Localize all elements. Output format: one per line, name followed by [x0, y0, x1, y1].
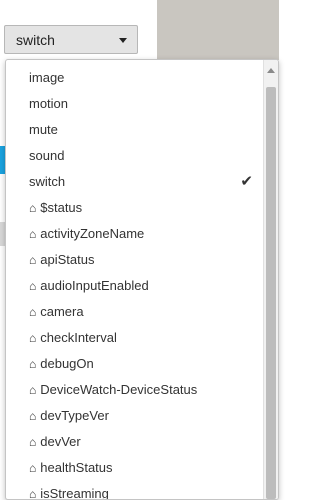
dropdown-option[interactable]: ⌂ healthStatus: [6, 455, 265, 481]
dropdown-option[interactable]: image: [6, 65, 265, 91]
option-label: apiStatus: [40, 252, 95, 267]
home-icon: ⌂: [29, 435, 37, 449]
option-label: mute: [29, 122, 58, 137]
home-icon: ⌂: [29, 383, 37, 397]
attribute-dropdown-menu: image motion mute sound switch ✔ ⌂ $status ⌂ acti…: [5, 59, 279, 500]
option-label: activityZoneName: [40, 226, 145, 241]
option-label: motion: [29, 96, 69, 111]
dropdown-option[interactable]: mute: [6, 117, 265, 143]
checkmark-icon: ✔: [240, 173, 253, 190]
background-panel: [157, 0, 279, 60]
option-label: camera: [40, 304, 84, 319]
home-icon: ⌂: [29, 461, 37, 475]
home-icon: ⌂: [29, 305, 37, 319]
dropdown-option[interactable]: ⌂ camera: [6, 299, 265, 325]
dropdown-option[interactable]: sound: [6, 143, 265, 169]
home-icon: ⌂: [29, 331, 37, 345]
option-label: image: [29, 70, 65, 85]
dropdown-option[interactable]: ⌂ $status: [6, 195, 265, 221]
option-label: DeviceWatch-DeviceStatus: [40, 382, 198, 397]
home-icon: ⌂: [29, 201, 37, 215]
option-label: devVer: [40, 434, 81, 449]
home-icon: ⌂: [29, 487, 37, 500]
option-label: sound: [29, 148, 65, 163]
option-label: $status: [40, 200, 83, 215]
dropdown-option[interactable]: ⌂ audioInputEnabled: [6, 273, 265, 299]
dropdown-option[interactable]: ⌂ apiStatus: [6, 247, 265, 273]
dropdown-option[interactable]: ⌂ debugOn: [6, 351, 265, 377]
dropdown-option[interactable]: switch ✔: [6, 169, 265, 195]
dropdown-option[interactable]: ⌂ DeviceWatch-DeviceStatus: [6, 377, 265, 403]
home-icon: ⌂: [29, 227, 37, 241]
option-label: checkInterval: [40, 330, 117, 345]
dropdown-option[interactable]: ⌂ isStreaming: [6, 481, 265, 500]
option-label: debugOn: [40, 356, 94, 371]
select-value: switch: [16, 32, 55, 48]
dropdown-option[interactable]: ⌂ activityZoneName: [6, 221, 265, 247]
option-label: switch: [29, 174, 66, 189]
home-icon: ⌂: [29, 357, 37, 371]
option-label: devTypeVer: [40, 408, 109, 423]
option-label: healthStatus: [40, 460, 113, 475]
scrollbar-thumb[interactable]: [266, 87, 276, 499]
scroll-up-arrow-icon[interactable]: [267, 68, 275, 73]
home-icon: ⌂: [29, 409, 37, 423]
option-label: audioInputEnabled: [40, 278, 149, 293]
attribute-select[interactable]: switch: [4, 25, 138, 54]
dropdown-option[interactable]: ⌂ devVer: [6, 429, 265, 455]
caret-down-icon: [119, 38, 127, 43]
dropdown-option[interactable]: ⌂ devTypeVer: [6, 403, 265, 429]
dropdown-option[interactable]: motion: [6, 91, 265, 117]
dropdown-option[interactable]: ⌂ checkInterval: [6, 325, 265, 351]
dropdown-scrollbar[interactable]: [263, 60, 278, 499]
dropdown-options: image motion mute sound switch ✔ ⌂ $status ⌂ acti…: [6, 65, 265, 500]
home-icon: ⌂: [29, 253, 37, 267]
option-label: isStreaming: [40, 486, 109, 500]
home-icon: ⌂: [29, 279, 37, 293]
